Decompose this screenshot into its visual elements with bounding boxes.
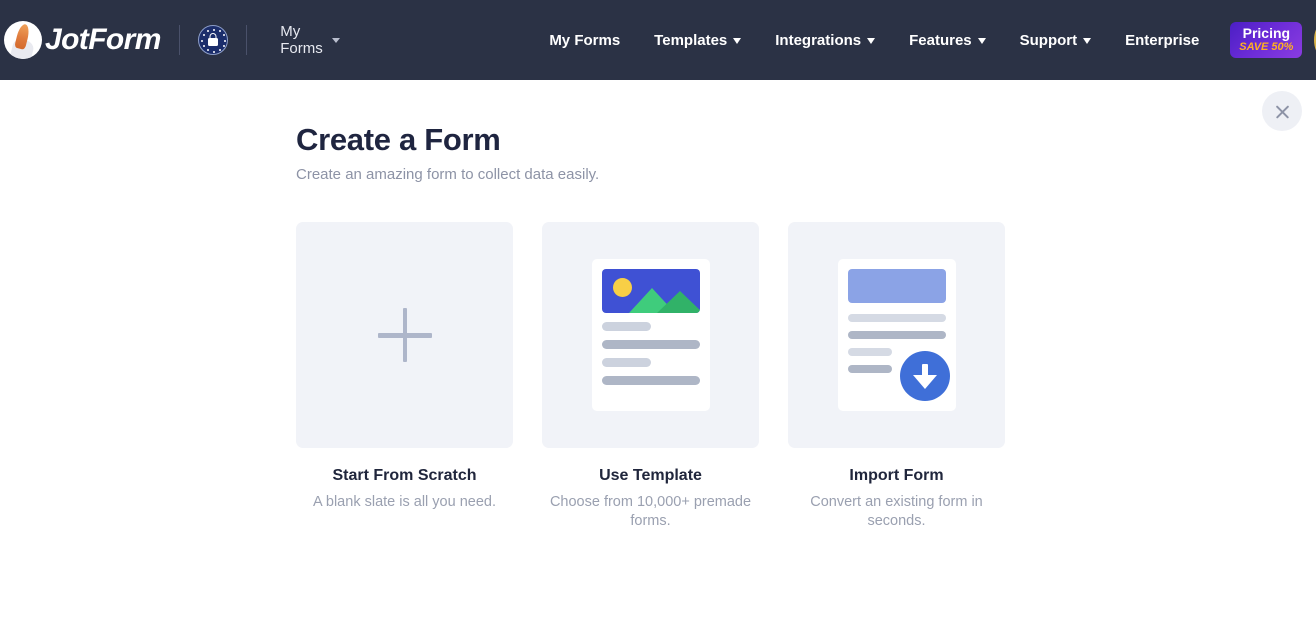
- option-card-use-template[interactable]: Use Template Choose from 10,000+ premade…: [542, 222, 759, 531]
- nav-label: Features: [909, 31, 972, 49]
- jotform-pen-logo-icon: [4, 21, 42, 59]
- option-card-import-form[interactable]: Import Form Convert an existing form in …: [788, 222, 1005, 531]
- card-tile[interactable]: [296, 222, 513, 449]
- workspace-divider: [245, 25, 247, 55]
- top-navigation-bar: JotForm My Forms My Forms Templates Inte…: [0, 0, 1316, 80]
- mountain-icon: [656, 291, 700, 314]
- caret-down-icon: [977, 38, 986, 44]
- nav-item-my-forms[interactable]: My Forms: [532, 0, 637, 80]
- main-navigation: My Forms Templates Integrations Features…: [532, 0, 1316, 80]
- brand-zone: JotForm My Forms: [0, 0, 341, 80]
- doc-line: [601, 376, 700, 386]
- page-title: Create a Form: [296, 122, 501, 157]
- workspace-switcher-label: My Forms: [280, 23, 323, 57]
- nav-item-enterprise[interactable]: Enterprise: [1108, 0, 1216, 80]
- pricing-button[interactable]: Pricing SAVE 50%: [1230, 21, 1303, 59]
- plus-icon: [377, 308, 432, 363]
- card-title: Import Form: [849, 467, 944, 485]
- close-x-icon[interactable]: [1262, 91, 1302, 131]
- doc-line: [847, 365, 892, 374]
- doc-line: [847, 348, 892, 357]
- create-form-page: Create a Form Create an amazing form to …: [0, 80, 1316, 621]
- card-title: Use Template: [599, 467, 702, 485]
- logo-wordmark: JotForm: [45, 23, 161, 56]
- card-description: Choose from 10,000+ premade forms.: [549, 494, 752, 530]
- nav-label: My Forms: [549, 31, 621, 49]
- caret-down-icon: [1083, 38, 1092, 44]
- jotform-logo-link[interactable]: JotForm: [4, 21, 161, 59]
- nav-item-templates[interactable]: Templates: [637, 0, 758, 80]
- card-title: Start From Scratch: [332, 467, 477, 485]
- doc-line: [601, 358, 651, 368]
- create-form-panel: Create a Form Create an amazing form to …: [296, 122, 1016, 531]
- card-tile[interactable]: [788, 222, 1005, 449]
- pricing-label: Pricing: [1242, 24, 1291, 41]
- nav-label: Enterprise: [1125, 31, 1200, 49]
- nav-label: Integrations: [775, 31, 862, 49]
- doc-line: [601, 340, 700, 350]
- nav-item-support[interactable]: Support: [1003, 0, 1109, 80]
- doc-line: [601, 322, 651, 332]
- doc-line: [847, 331, 946, 340]
- option-card-start-from-scratch[interactable]: Start From Scratch A blank slate is all …: [296, 222, 513, 531]
- template-image-placeholder-icon: [601, 269, 700, 314]
- pricing-promo-label: SAVE 50%: [1239, 40, 1294, 53]
- caret-down-icon: [867, 38, 876, 44]
- close-glyph: [1274, 103, 1291, 120]
- workspace-switcher[interactable]: My Forms: [280, 23, 341, 57]
- nav-label: Templates: [654, 31, 728, 49]
- doc-header-block: [847, 269, 946, 304]
- card-tile[interactable]: [542, 222, 759, 449]
- nav-label: Support: [1019, 31, 1078, 49]
- card-description: A blank slate is all you need.: [313, 494, 496, 511]
- nav-item-integrations[interactable]: Integrations: [758, 0, 892, 80]
- gdpr-lock-badge-icon[interactable]: [197, 25, 228, 55]
- page-subtitle: Create an amazing form to collect data e…: [296, 165, 600, 183]
- brand-divider: [178, 25, 180, 55]
- template-document-icon: [591, 259, 710, 412]
- create-options-list: Start From Scratch A blank slate is all …: [296, 222, 1016, 531]
- caret-down-icon: [733, 38, 742, 44]
- nav-item-features[interactable]: Features: [892, 0, 1003, 80]
- chevron-down-icon: [332, 37, 341, 43]
- card-description: Convert an existing form in seconds.: [810, 494, 983, 530]
- import-download-document-icon: [837, 259, 956, 412]
- download-arrow-icon: [899, 351, 950, 402]
- doc-line: [847, 314, 946, 323]
